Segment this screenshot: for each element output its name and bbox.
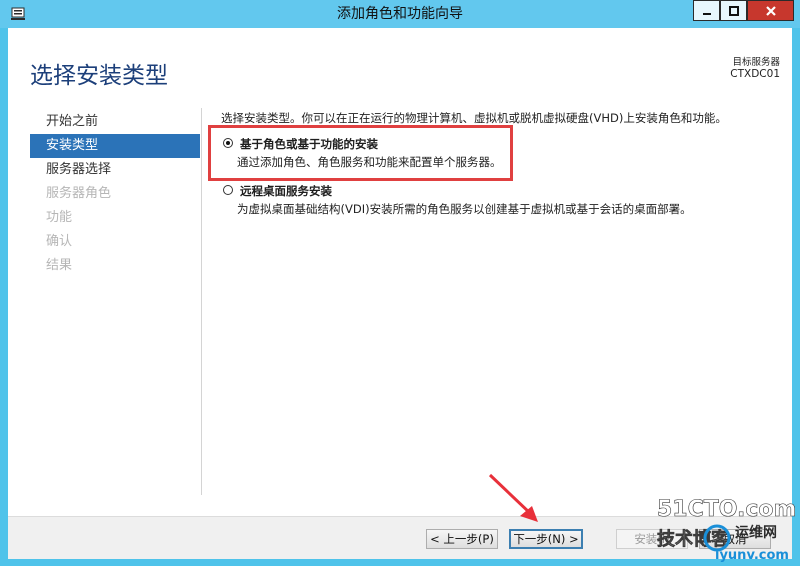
minimize-button[interactable] bbox=[693, 0, 720, 21]
wizard-steps-nav: 开始之前 安装类型 服务器选择 服务器角色 功能 确认 结果 bbox=[30, 110, 200, 278]
instruction-text: 选择安装类型。你可以在正在运行的物理计算机、虚拟机或脱机虚拟硬盘(VHD)上安装… bbox=[221, 111, 727, 125]
minimize-icon bbox=[702, 12, 711, 15]
watermark-line3: 运维网 bbox=[735, 524, 777, 541]
target-server-label: 目标服务器 bbox=[732, 57, 780, 68]
watermark-line1: 51CTO.com bbox=[657, 497, 796, 522]
option-remote-desktop-description: 为虚拟桌面基础结构(VDI)安装所需的角色服务以创建基于虚拟机或基于会话的桌面部… bbox=[237, 202, 692, 216]
nav-item-server-roles: 服务器角色 bbox=[46, 186, 112, 201]
nav-item-before-you-begin[interactable]: 开始之前 bbox=[30, 110, 200, 134]
nav-item-confirmation: 确认 bbox=[46, 234, 73, 249]
page-title: 选择安装类型 bbox=[30, 63, 168, 89]
option-remote-desktop-title[interactable]: 远程桌面服务安装 bbox=[240, 183, 332, 199]
watermark-line4: iyunv.com bbox=[715, 548, 789, 563]
highlight-annotation bbox=[208, 125, 513, 181]
wizard-body: 选择安装类型 目标服务器 CTXDC01 开始之前 安装类型 服务器选择 服务器… bbox=[8, 28, 792, 559]
nav-item-results: 结果 bbox=[46, 258, 73, 273]
previous-button[interactable]: < 上一步(P) bbox=[426, 529, 498, 549]
arrow-annotation bbox=[488, 473, 538, 522]
nav-divider bbox=[201, 108, 202, 495]
window-title: 添加角色和功能向导 bbox=[337, 6, 463, 22]
site-watermark: 51CTO.com 技术博客 运维网 iyunv.com bbox=[657, 497, 797, 563]
watermark-line2: 技术博客 bbox=[657, 528, 730, 550]
nav-item-installation-type[interactable]: 安装类型 bbox=[30, 134, 200, 158]
title-bar: 添加角色和功能向导 bbox=[0, 0, 800, 28]
maximize-icon bbox=[728, 5, 739, 16]
close-icon bbox=[765, 5, 776, 16]
nav-item-server-selection[interactable]: 服务器选择 bbox=[30, 158, 200, 182]
radio-remote-desktop[interactable] bbox=[223, 185, 233, 195]
target-server-name: CTXDC01 bbox=[730, 68, 780, 80]
maximize-button[interactable] bbox=[720, 0, 747, 21]
close-button[interactable] bbox=[747, 0, 794, 21]
nav-item-features: 功能 bbox=[46, 210, 73, 225]
next-button[interactable]: 下一步(N) > bbox=[509, 529, 583, 549]
